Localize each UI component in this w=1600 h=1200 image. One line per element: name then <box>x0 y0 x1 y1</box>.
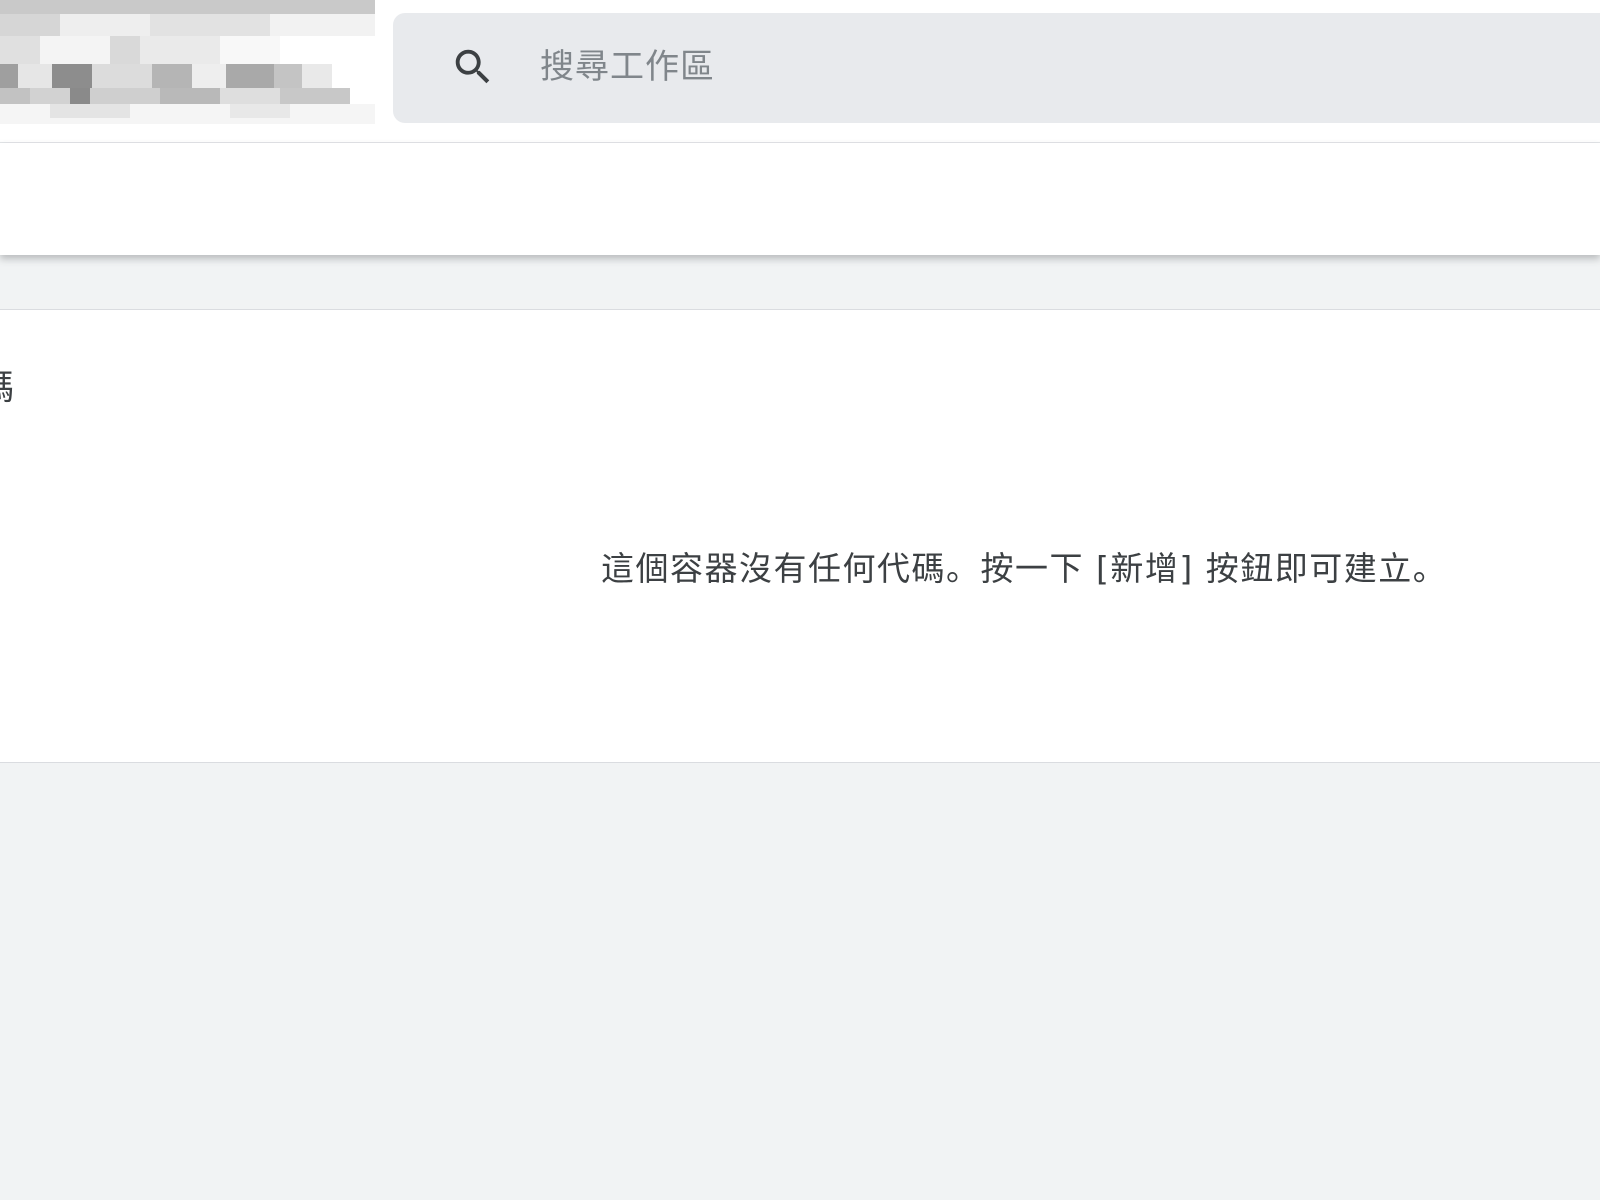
tags-card: 碼 這個容器沒有任何代碼。按一下 [新增] 按鈕即可建立。 <box>0 309 1600 763</box>
top-header <box>0 0 1600 143</box>
card-title: 碼 <box>0 360 14 409</box>
empty-state-message: 這個容器沒有任何代碼。按一下 [新增] 按鈕即可建立。 <box>601 549 1448 588</box>
account-switcher-redacted[interactable] <box>0 0 375 128</box>
toolbar <box>0 143 1600 255</box>
search-icon[interactable] <box>450 44 496 90</box>
search-input[interactable] <box>540 38 1440 96</box>
